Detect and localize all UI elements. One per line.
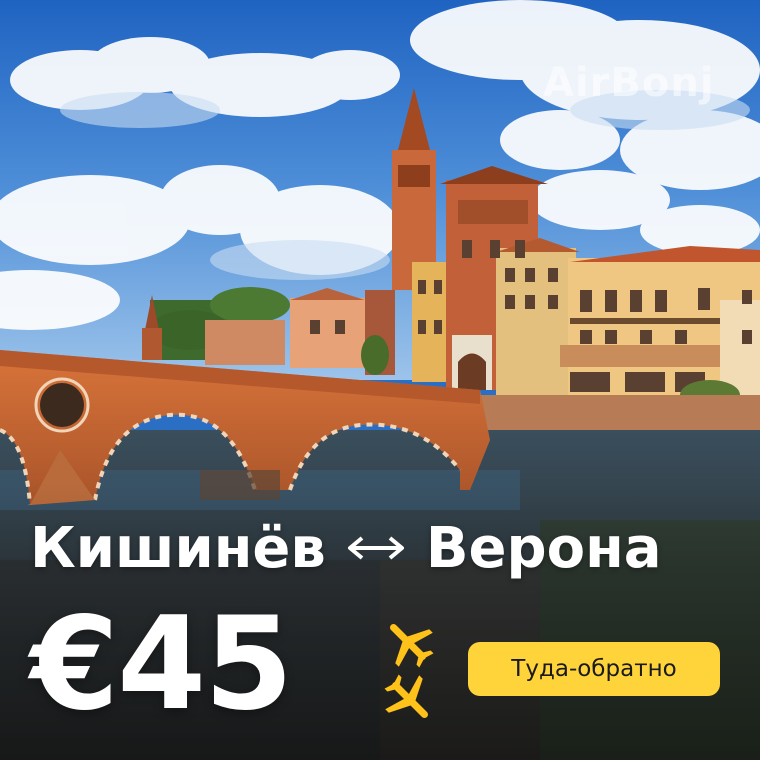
round-trip-badge: Туда-обратно (468, 642, 720, 696)
price-label: €45 (30, 590, 293, 739)
promo-card: AirBonj Кишинёв Верона €45 Туда-обратно (0, 0, 760, 760)
brand-watermark: AirBonj (543, 60, 715, 106)
destination-city: Верона (425, 515, 662, 581)
route-title: Кишинёв Верона (30, 508, 662, 588)
double-arrow-icon (344, 533, 408, 563)
round-trip-planes-icon (384, 624, 434, 718)
origin-city: Кишинёв (30, 515, 326, 581)
